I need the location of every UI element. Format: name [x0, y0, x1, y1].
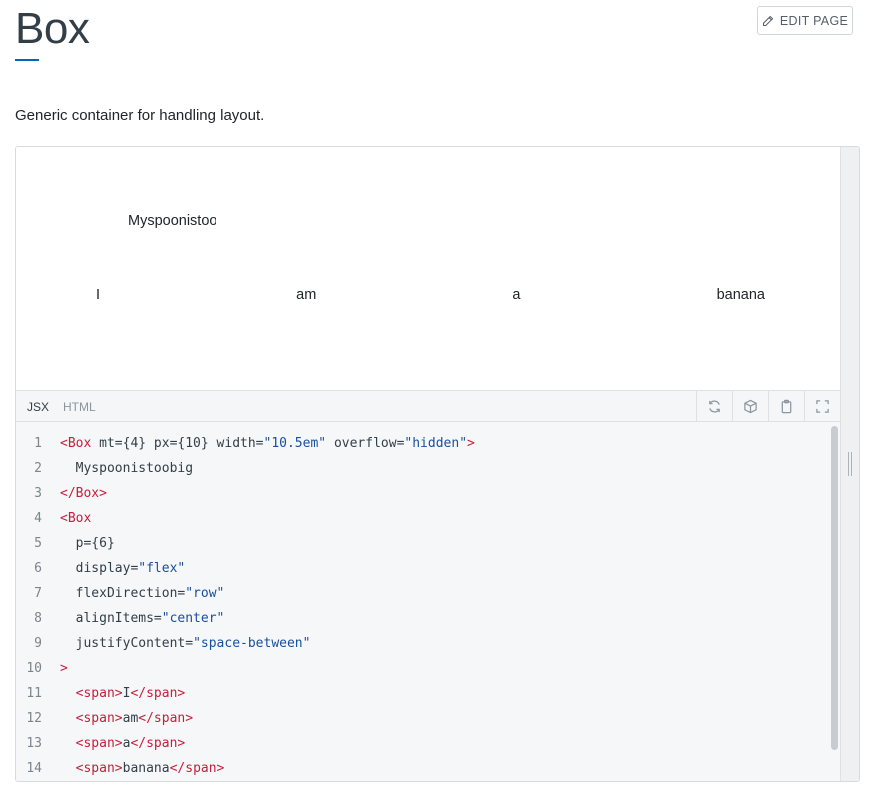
fullscreen-button[interactable] [804, 391, 840, 421]
edit-page-button[interactable]: EDIT PAGE [757, 6, 853, 35]
code-line: 2 Myspoonistoobig [16, 456, 826, 481]
code-token: <span> [60, 761, 123, 776]
line-number: 12 [26, 711, 42, 726]
code-line: 10 > [16, 656, 826, 681]
code-token: > [60, 661, 68, 676]
pencil-icon [762, 15, 774, 26]
line-number: 9 [34, 636, 42, 651]
fullscreen-icon [816, 399, 829, 413]
code-token: Myspoonistoobig [60, 461, 194, 476]
code-line: 1 <Box mt={4} px={10} width="10.5em" over… [16, 431, 826, 456]
code-text: <span>am</span> [60, 706, 193, 731]
code-line: 14 <span>banana</span> [16, 756, 826, 781]
code-text: <Box mt={4} px={10} width="10.5em" overf… [60, 431, 475, 456]
title-underline [15, 59, 39, 61]
line-number: 2 [34, 461, 42, 476]
code-token: "space-between" [193, 636, 311, 651]
tab-html[interactable]: HTML [63, 400, 96, 414]
line-number: 13 [26, 736, 42, 751]
line-number: 6 [34, 561, 42, 576]
line-number: 4 [34, 511, 42, 526]
line-number: 1 [34, 436, 42, 451]
editor-scrollbar[interactable] [831, 426, 838, 750]
code-text: > [60, 656, 68, 681]
code-token: am [122, 711, 139, 726]
resize-grip-icon[interactable] [848, 452, 854, 476]
code-text: display="flex" [60, 556, 186, 581]
code-token: "row" [185, 586, 225, 601]
tab-jsx[interactable]: JSX [27, 400, 49, 414]
code-token: <Box [60, 511, 92, 526]
code-text: flexDirection="row" [60, 581, 225, 606]
code-token: </span> [130, 686, 186, 701]
clipboard-icon [781, 399, 792, 413]
code-token: <Box [60, 436, 92, 451]
example-panel: Myspoonistoobig I am a banana JSX HTML [15, 146, 860, 782]
code-line: 13 <span>a</span> [16, 731, 826, 756]
line-number: 10 [26, 661, 42, 676]
code-line: 5 p={6} [16, 531, 826, 556]
code-token: flexDirection= [60, 586, 186, 601]
line-number: 8 [34, 611, 42, 626]
code-token: overflow= [326, 436, 405, 451]
code-text: alignItems="center" [60, 606, 225, 631]
code-token: "hidden" [404, 436, 468, 451]
code-text: justifyContent="space-between" [60, 631, 311, 656]
code-token: alignItems= [60, 611, 162, 626]
edit-page-label: EDIT PAGE [779, 13, 849, 28]
code-text: <span>banana</span> [60, 756, 225, 781]
code-token: <span> [60, 711, 123, 726]
code-text: <span>I</span> [60, 681, 186, 706]
code-token: display= [60, 561, 139, 576]
flex-item: a [512, 287, 521, 303]
cube-icon [744, 399, 757, 413]
refresh-button[interactable] [696, 391, 732, 421]
copy-button[interactable] [768, 391, 804, 421]
code-token: <span> [60, 686, 123, 701]
preview-overflow-box: Myspoonistoobig [128, 213, 216, 229]
code-token: banana [122, 761, 170, 776]
line-number: 7 [34, 586, 42, 601]
code-token: </span> [169, 761, 225, 776]
code-line: 6 display="flex" [16, 556, 826, 581]
code-token: justifyContent= [60, 636, 194, 651]
live-preview: Myspoonistoobig I am a banana [16, 147, 840, 390]
preview-flex-box: I am a banana [96, 287, 765, 303]
page-description: Generic container for handling layout. [15, 107, 265, 124]
code-text: p={6} [60, 531, 115, 556]
code-token: "10.5em" [263, 436, 327, 451]
code-text: Myspoonistoobig [60, 456, 193, 481]
code-text: <span>a</span> [60, 731, 186, 756]
code-line: 3 </Box> [16, 481, 826, 506]
line-number: 3 [34, 486, 42, 501]
code-token: mt={4} px={10} width= [91, 436, 264, 451]
flex-item: banana [716, 287, 765, 303]
flex-item: I [96, 287, 101, 303]
code-token: p={6} [60, 536, 115, 551]
code-token: </Box> [60, 486, 107, 501]
code-line: 9 justifyContent="space-between" [16, 631, 826, 656]
code-editor[interactable]: 1 <Box mt={4} px={10} width="10.5em" over… [16, 422, 840, 781]
line-number: 11 [26, 686, 42, 701]
editor-toolbar: JSX HTML [16, 390, 840, 422]
sandbox-button[interactable] [732, 391, 768, 421]
code-token: <span> [60, 736, 123, 751]
line-number: 5 [34, 536, 42, 551]
code-token: </span> [130, 736, 186, 751]
refresh-icon [709, 399, 720, 413]
code-token: > [467, 436, 475, 451]
page-title: Box [15, 4, 90, 53]
line-number: 14 [26, 761, 42, 776]
code-text: </Box> [60, 481, 107, 506]
code-token: "flex" [138, 561, 186, 576]
code-line: 11 <span>I</span> [16, 681, 826, 706]
code-token: </span> [138, 711, 194, 726]
code-line: 4 <Box [16, 506, 826, 531]
code-line: 12 <span>am</span> [16, 706, 826, 731]
code-line: 8 alignItems="center" [16, 606, 826, 631]
code-text: <Box [60, 506, 91, 531]
code-line: 7 flexDirection="row" [16, 581, 826, 606]
code-token: "center" [161, 611, 225, 626]
flex-item: am [296, 287, 317, 303]
